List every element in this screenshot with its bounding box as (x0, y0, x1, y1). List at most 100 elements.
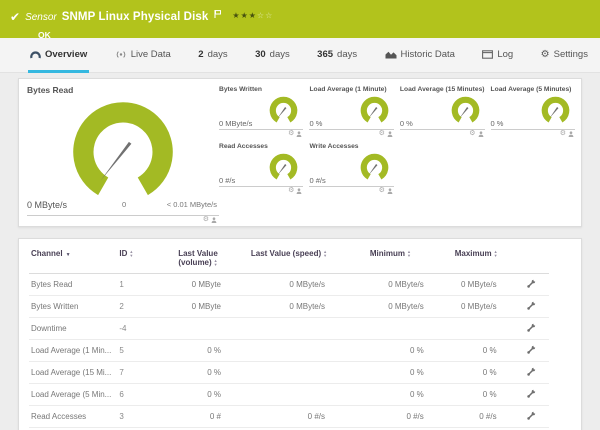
gauge-dial (270, 96, 298, 123)
gear-icon[interactable]: ⚙ (288, 130, 294, 137)
sensor-kind-label: Sensor (25, 11, 57, 23)
tab-365-days[interactable]: 365 days (315, 38, 359, 73)
table-row-downtime[interactable]: Downtime -4 (29, 317, 549, 340)
tab-number: 365 (317, 48, 334, 60)
gear-icon[interactable]: ⚙ (560, 130, 566, 137)
gauge-load-average-5min[interactable]: Load Average (5 Minutes) 0 % ⚙ (490, 86, 575, 137)
person-icon[interactable] (387, 131, 393, 137)
priority-stars[interactable]: ★★★☆☆ (232, 11, 273, 20)
gauge-scale-max: < 0.01 MByte/s (166, 200, 217, 209)
column-header-channel[interactable]: Channel ▼ (29, 241, 117, 274)
column-header-last-value-volume[interactable]: Last Value (volume) ▲ ▼ (159, 241, 237, 274)
person-icon[interactable] (387, 188, 393, 194)
channel-name[interactable]: Read Accesses (29, 405, 118, 428)
column-header-id[interactable]: ID ▲ ▼ (117, 241, 159, 274)
gear-icon[interactable]: ⚙ (379, 130, 385, 137)
tab-30-days[interactable]: 30 days (253, 38, 292, 73)
sensor-status-badge: OK (38, 30, 51, 40)
sensor-title: SNMP Linux Physical Disk (61, 11, 209, 23)
column-header-maximum[interactable]: Maximum ▲ ▼ (440, 241, 513, 274)
gauge-needle (100, 141, 132, 181)
channel-name[interactable]: Load Average (1 Min... (29, 339, 118, 362)
sort-icon: ▲ ▼ (323, 249, 328, 258)
channel-name[interactable]: Load Average (15 Mi... (29, 361, 118, 384)
table-row-read-accesses[interactable]: Read Accesses 3 0 # 0 #/s 0 #/s 0 #/s (29, 405, 549, 428)
tab-label: Historic Data (400, 48, 455, 60)
gear-icon[interactable]: ⚙ (203, 216, 209, 223)
tab-overview[interactable]: Overview (28, 38, 90, 73)
table-row-bytes-read[interactable]: Bytes Read 1 0 MByte 0 MByte/s 0 MByte/s… (29, 273, 549, 296)
column-header-last-value-speed[interactable]: Last Value (speed) ▲ ▼ (237, 241, 341, 274)
chart-icon (385, 50, 397, 59)
channel-settings-wrench-icon[interactable] (526, 323, 536, 335)
table-row-load-average-1min[interactable]: Load Average (1 Min... 5 0 % 0 % 0 % (29, 339, 549, 362)
gauge-scale-min: 0 (122, 200, 127, 209)
tab-number: 2 (198, 48, 204, 60)
gauge-dial (541, 96, 570, 123)
channel-settings-wrench-icon[interactable] (526, 301, 536, 313)
channel-settings-wrench-icon[interactable] (526, 389, 536, 401)
gauge-bytes-written[interactable]: Bytes Written 0 MByte/s ⚙ (219, 86, 304, 137)
gauge-title: Bytes Written (219, 86, 262, 93)
column-header-settings (513, 241, 549, 274)
gauge-value: 0 % (490, 119, 504, 128)
main-gauge-bytes-read[interactable]: Bytes Read 0 MByte/s 0 < 0.01 MByte/s ⚙ (27, 85, 219, 223)
gauge-title: Load Average (1 Minute) (309, 86, 387, 93)
tab-bar: Overview Live Data 2 days 30 days 365 da… (0, 38, 600, 73)
gauge-dial (360, 96, 389, 123)
status-ok-check-icon: ✔ (10, 10, 21, 24)
tab-settings[interactable]: ⚙ Settings (539, 38, 590, 73)
tab-2-days[interactable]: 2 days (196, 38, 229, 73)
channel-settings-wrench-icon[interactable] (526, 345, 536, 357)
signal-icon (115, 50, 127, 59)
tab-label: days (207, 48, 228, 60)
channel-settings-wrench-icon[interactable] (526, 367, 536, 379)
tab-historic-data[interactable]: Historic Data (383, 38, 457, 73)
gauge-value: 0 MByte/s (219, 119, 253, 128)
person-icon[interactable] (296, 188, 302, 194)
tab-number: 30 (255, 48, 266, 60)
channel-name[interactable]: Load Average (5 Min... (29, 383, 118, 406)
tab-label: Overview (45, 48, 88, 60)
gear-icon: ⚙ (540, 48, 550, 60)
channel-name[interactable]: Downtime (29, 317, 118, 340)
gauge-read-accesses[interactable]: Read Accesses 0 #/s ⚙ (219, 143, 304, 194)
person-icon[interactable] (296, 131, 302, 137)
gauge-load-average-1min[interactable]: Load Average (1 Minute) 0 % ⚙ (309, 86, 394, 137)
person-icon[interactable] (478, 131, 484, 137)
gauge-arc-icon (30, 50, 41, 59)
channel-settings-wrench-icon[interactable] (526, 411, 536, 423)
person-icon[interactable] (211, 217, 217, 223)
small-gauges-grid: Bytes Written 0 MByte/s ⚙ Load Average (… (219, 86, 575, 194)
tab-label: Log (497, 48, 514, 60)
tab-live-data[interactable]: Live Data (113, 38, 173, 73)
gauge-dial (270, 153, 298, 180)
gauge-value: 0 % (309, 119, 323, 128)
gear-icon[interactable]: ⚙ (469, 130, 475, 137)
tab-label: days (337, 48, 358, 60)
channel-table: Channel ▼ ID ▲ ▼ Last Value (volume) ▲ ▼ Last… (29, 241, 549, 430)
tab-label: Live Data (130, 48, 171, 60)
tab-label: Settings (553, 48, 588, 60)
gauge-value: 0 #/s (219, 176, 236, 185)
column-header-minimum[interactable]: Minimum ▲ ▼ (341, 241, 440, 274)
gauge-title: Load Average (5 Minutes) (490, 86, 572, 93)
gauge-write-accesses[interactable]: Write Accesses 0 #/s ⚙ (309, 143, 394, 194)
gauge-dial (360, 153, 389, 180)
table-row-load-average-5min[interactable]: Load Average (5 Min... 6 0 % 0 % 0 % (29, 383, 549, 406)
channel-name[interactable]: Bytes Written (29, 295, 118, 318)
flag-icon (214, 5, 222, 23)
gear-icon[interactable]: ⚙ (288, 187, 294, 194)
window-icon (482, 49, 494, 59)
overview-gauges-panel: Bytes Read 0 MByte/s 0 < 0.01 MByte/s ⚙ … (18, 78, 582, 227)
sensor-header: ✔ Sensor SNMP Linux Physical Disk ★★★☆☆ … (0, 0, 600, 40)
tab-log[interactable]: Log (480, 38, 515, 73)
channel-settings-wrench-icon[interactable] (526, 279, 536, 291)
gear-icon[interactable]: ⚙ (379, 187, 385, 194)
table-row-bytes-written[interactable]: Bytes Written 2 0 MByte 0 MByte/s 0 MByt… (29, 295, 549, 318)
table-row-load-average-15min[interactable]: Load Average (15 Mi... 7 0 % 0 % 0 % (29, 361, 549, 384)
gauge-load-average-15min[interactable]: Load Average (15 Minutes) 0 % ⚙ (399, 86, 485, 137)
person-icon[interactable] (568, 131, 574, 137)
channel-name[interactable]: Bytes Read (29, 273, 118, 296)
sort-icon: ▲ ▼ (406, 249, 411, 258)
